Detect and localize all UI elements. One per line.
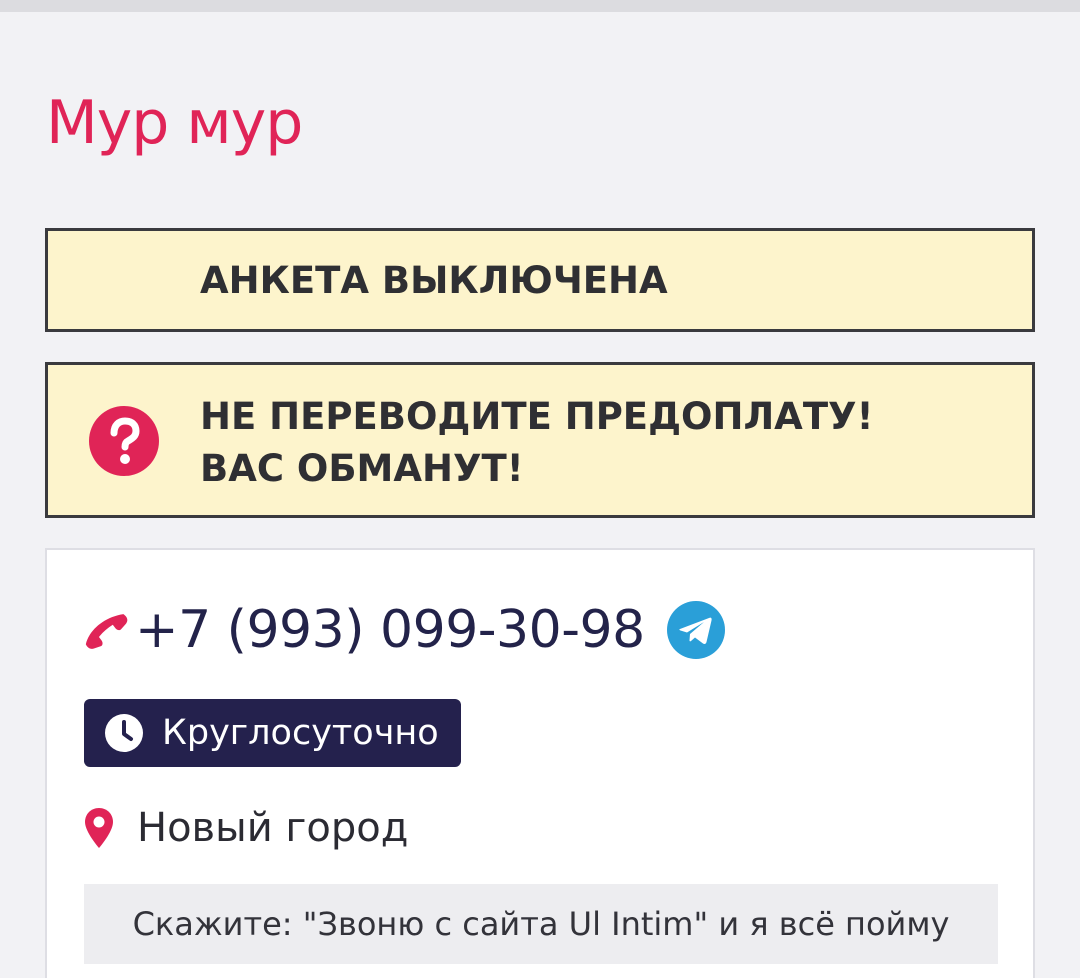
page-title: Мур мур (46, 88, 303, 158)
clock-icon (105, 714, 143, 752)
top-strip (0, 0, 1080, 12)
working-hours-text: Круглосуточно (162, 713, 439, 753)
profile-disabled-text: АНКЕТА ВЫКЛЮЧЕНА (200, 259, 668, 302)
prepayment-warning-notice: НЕ ПЕРЕВОДИТЕ ПРЕДОПЛАТУ! ВАС ОБМАНУТ! (45, 362, 1035, 518)
telegram-icon[interactable] (666, 601, 725, 659)
location-text: Новый город (137, 805, 409, 851)
phone-number[interactable]: +7 (993) 099-30-98 (135, 600, 645, 660)
working-hours-badge: Круглосуточно (84, 699, 461, 767)
warning-line-2: ВАС ОБМАНУТ! (200, 447, 524, 490)
call-tip: Скажите: "Звоню с сайта Ul Intim" и я вс… (84, 884, 998, 964)
profile-disabled-notice: АНКЕТА ВЫКЛЮЧЕНА (45, 228, 1035, 332)
location-row: Новый город (83, 798, 408, 858)
prepayment-warning-text: НЕ ПЕРЕВОДИТЕ ПРЕДОПЛАТУ! ВАС ОБМАНУТ! (200, 391, 873, 495)
phone-row: +7 (993) 099-30-98 (83, 594, 725, 666)
phone-icon (85, 614, 128, 649)
contact-card: +7 (993) 099-30-98 Круглосуточно Новый г… (45, 548, 1035, 978)
warning-line-1: НЕ ПЕРЕВОДИТЕ ПРЕДОПЛАТУ! (200, 395, 874, 438)
question-circle-icon (89, 406, 159, 476)
map-pin-icon (85, 808, 113, 848)
